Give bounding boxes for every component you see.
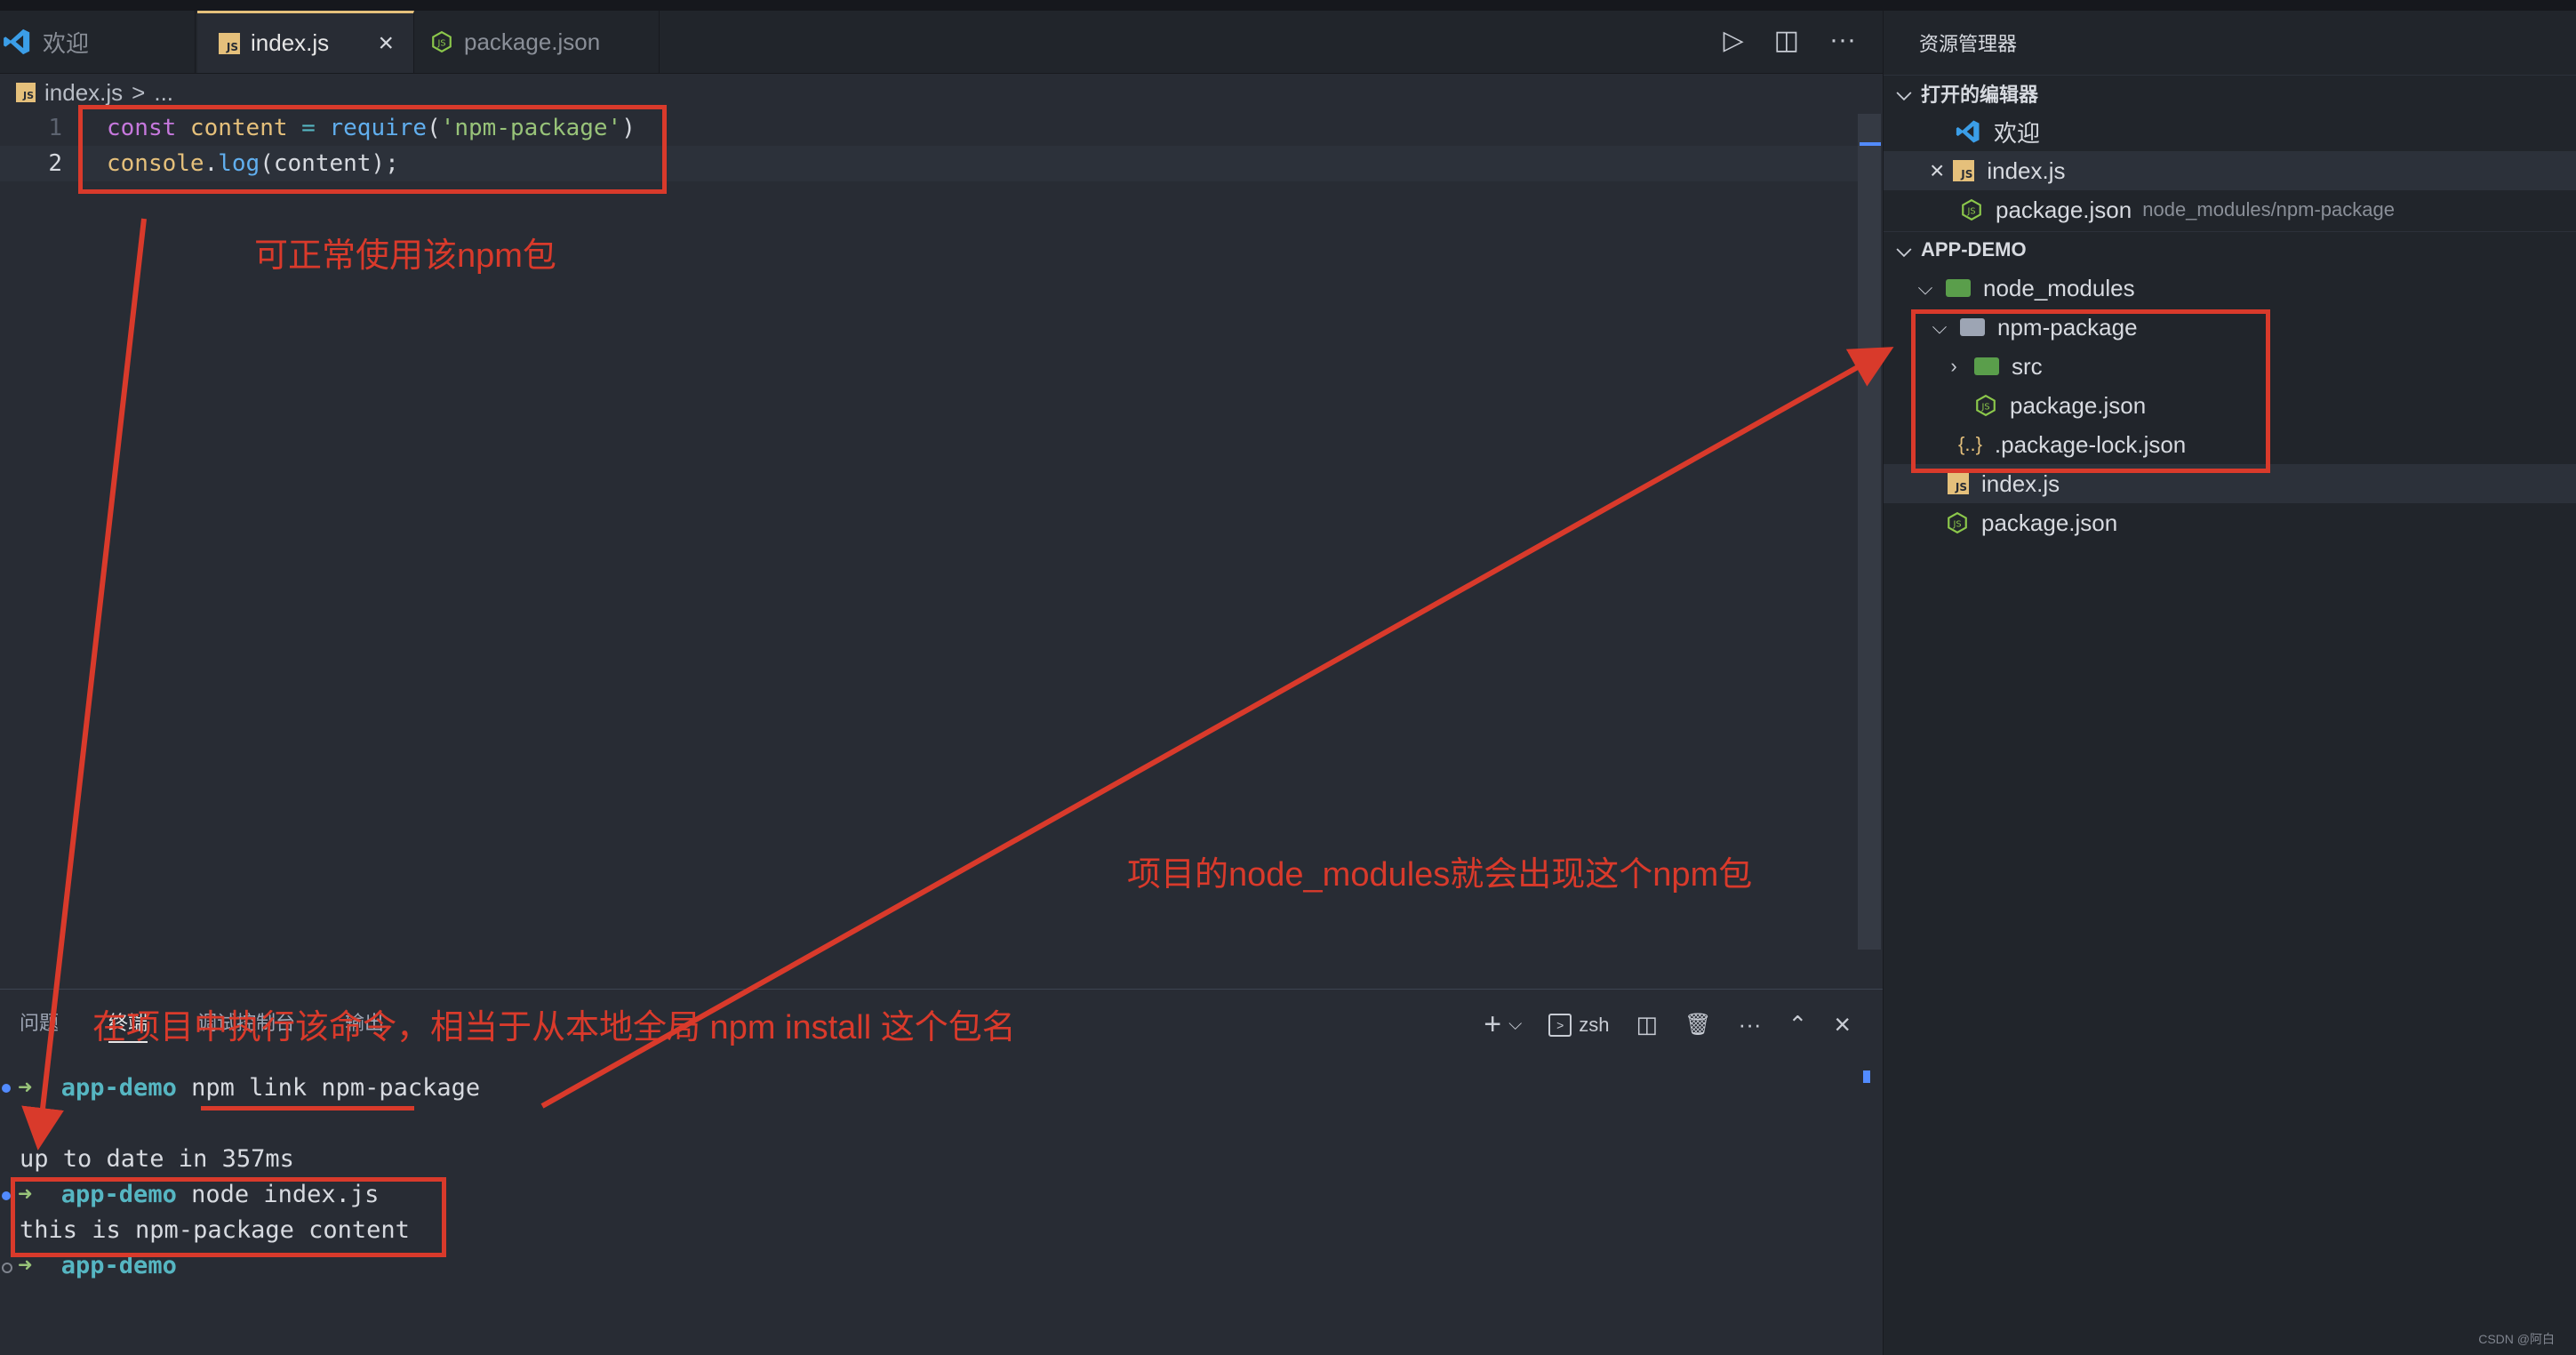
item-description: node_modules/npm-package <box>2142 198 2395 220</box>
run-icon[interactable]: ▷ <box>1724 25 1744 56</box>
terminal-output: up to date in 357ms <box>20 1145 294 1173</box>
open-editor-index-js[interactable]: × JS index.js <box>1884 151 2576 190</box>
open-editor-welcome[interactable]: 欢迎 <box>1884 112 2576 151</box>
panel-actions: + ⌵ > zsh ◫ 🗑 ··· ⌃ × <box>1484 1007 1851 1042</box>
vscode-window: 欢迎 JS index.js × JS package.json ▷ ◫ ···… <box>0 0 2576 1355</box>
tab-label: 欢迎 <box>43 29 90 57</box>
section-open-editors[interactable]: ⌵ 打开的编辑器 <box>1884 75 2576 111</box>
annotation-box-npm-package <box>1911 309 2270 473</box>
terminal-shell[interactable]: > zsh <box>1548 1013 1610 1037</box>
maximize-panel-icon[interactable]: ⌃ <box>1788 1011 1808 1038</box>
svg-text:JS: JS <box>1952 519 1961 529</box>
annotation-underline <box>201 1106 414 1110</box>
chevron-down-icon: ⌵ <box>1896 238 1912 261</box>
annotation-sidebar-note: 项目的node_modules就会出现这个npm包 <box>1127 856 1753 894</box>
scrollbar-marker <box>1860 142 1881 146</box>
annotation-terminal-note: 在项目中执行该命令，相当于从本地全局 npm install 这个包名 <box>92 1009 1016 1046</box>
terminal-line[interactable]: ➜ app-demo npm link npm-package <box>18 1074 480 1102</box>
terminal-command: npm link npm-package <box>176 1074 481 1102</box>
split-terminal-icon[interactable]: ◫ <box>1636 1011 1658 1038</box>
shell-name: zsh <box>1579 1013 1610 1036</box>
section-app-demo[interactable]: ⌵ APP-DEMO <box>1884 231 2576 268</box>
nodejs-icon: JS <box>1948 511 1967 534</box>
tab-index-js[interactable]: JS index.js × <box>197 11 414 73</box>
new-terminal-icon[interactable]: + <box>1484 1007 1501 1042</box>
sidebar-title: 资源管理器 <box>1919 33 2018 55</box>
folder-icon <box>1946 279 1971 297</box>
command-status-dot <box>2 1191 11 1200</box>
tree-package-json[interactable]: JS package.json <box>1884 503 2576 542</box>
tab-problems[interactable]: 问题 <box>20 1007 59 1043</box>
js-file-icon: JS <box>1948 473 1969 494</box>
annotation-editor-note: 可正常使用该npm包 <box>254 237 556 275</box>
window-top-strip <box>0 0 2576 11</box>
tree-node-modules[interactable]: ⌵ node_modules <box>1884 269 2576 308</box>
more-actions-icon[interactable]: ··· <box>1739 1011 1762 1038</box>
chevron-down-icon: ⌵ <box>1896 82 1912 104</box>
terminal-icon: > <box>1548 1013 1572 1037</box>
breadcrumb: JS index.js > ... <box>16 76 173 108</box>
watermark: CSDN @阿白 <box>2478 1332 2555 1346</box>
js-file-icon: JS <box>219 32 240 54</box>
tab-welcome[interactable]: 欢迎 <box>0 11 196 73</box>
item-label: node_modules <box>1983 274 2135 301</box>
item-label: index.js <box>1981 469 2060 497</box>
js-file-icon: JS <box>1953 160 1975 181</box>
split-editor-icon[interactable]: ◫ <box>1774 25 1799 56</box>
item-label: package.json <box>1981 509 2118 536</box>
item-label: 欢迎 <box>1994 119 2041 147</box>
chevron-down-icon[interactable]: ⌵ <box>1508 1014 1522 1035</box>
svg-text:JS: JS <box>1966 206 1975 216</box>
trash-icon[interactable]: 🗑 <box>1684 1012 1711 1038</box>
svg-text:JS: JS <box>436 38 445 48</box>
chevron-down-icon: ⌵ <box>1917 277 1933 299</box>
terminal-scrollbar[interactable] <box>1863 1070 1870 1083</box>
vscode-icon <box>1956 120 1980 143</box>
scrollbar-marker <box>1860 349 1881 352</box>
breadcrumb-rest[interactable]: ... <box>154 79 173 107</box>
js-file-icon: JS <box>16 83 36 102</box>
editor-actions: ▷ ◫ ··· <box>1724 25 1856 56</box>
tab-package-json[interactable]: JS package.json <box>414 11 660 73</box>
section-label: APP-DEMO <box>1921 238 2027 261</box>
tab-label: package.json <box>464 28 601 55</box>
item-label: package.json <box>1996 196 2132 223</box>
section-label: 打开的编辑器 <box>1921 84 2039 106</box>
breadcrumb-file[interactable]: index.js <box>44 79 123 107</box>
command-status-dot <box>2 1084 11 1093</box>
vscode-icon <box>4 28 30 55</box>
explorer-sidebar: 资源管理器 ⌵ 打开的编辑器 欢迎 × JS index.js JS packa… <box>1883 11 2576 1355</box>
nodejs-icon: JS <box>1962 198 1981 221</box>
close-icon[interactable]: × <box>378 28 394 59</box>
item-label: index.js <box>1987 156 2066 184</box>
prompt-directory: app-demo <box>60 1074 177 1102</box>
more-actions-icon[interactable]: ··· <box>1829 25 1856 56</box>
annotation-box-terminal-output <box>11 1177 446 1257</box>
close-panel-icon[interactable]: × <box>1834 1008 1851 1041</box>
editor-scrollbar[interactable] <box>1858 114 1881 950</box>
prompt-arrow: ➜ <box>18 1074 33 1102</box>
breadcrumb-separator: > <box>132 78 146 106</box>
editor-tab-bar: 欢迎 JS index.js × JS package.json ▷ ◫ ··· <box>0 11 1883 74</box>
command-status-dot <box>2 1263 12 1273</box>
tab-label: index.js <box>251 29 330 56</box>
close-icon[interactable]: × <box>1930 156 1944 185</box>
annotation-box-code <box>78 105 667 194</box>
nodejs-icon: JS <box>432 30 452 53</box>
open-editor-package-json[interactable]: JS package.json node_modules/npm-package <box>1884 190 2576 229</box>
